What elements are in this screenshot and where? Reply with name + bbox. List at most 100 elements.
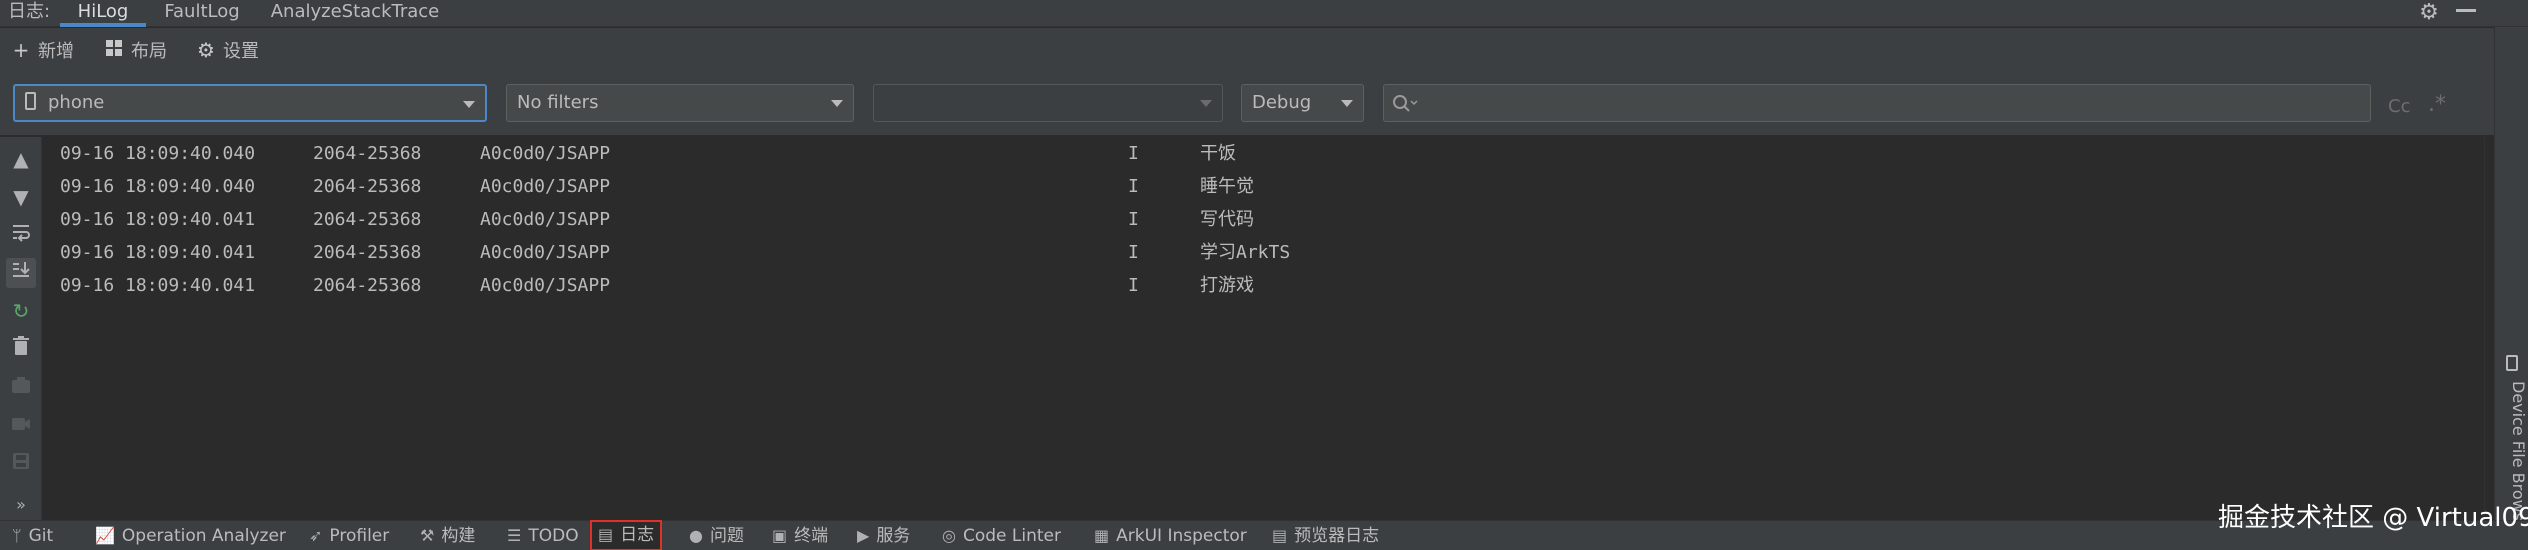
git-label: Git xyxy=(28,526,54,546)
terminal-label: 终端 xyxy=(794,526,829,546)
tab-analyze-stack-trace[interactable]: AnalyzeStackTrace xyxy=(270,0,440,27)
tool-window-bar: ᛘ Git 📈 Operation Analyzer ➶ Profiler ⚒ 构建 ☰… xyxy=(0,520,2528,550)
minimize-icon[interactable] xyxy=(2456,9,2476,12)
log-row[interactable]: 09-16 18:09:40.041 2064-25368 A0c0d0/JSA… xyxy=(43,236,2484,269)
scroll-down-icon[interactable]: ▼ xyxy=(6,182,36,212)
save-log-icon xyxy=(6,448,36,478)
log-search-box[interactable] xyxy=(1383,84,2371,122)
device-value: phone xyxy=(48,92,105,113)
todo-button[interactable]: ☰ TODO xyxy=(507,521,579,550)
log-tag: A0c0d0/JSAPP xyxy=(480,143,611,164)
log-pid: 2064-25368 xyxy=(313,209,422,230)
log-tag: A0c0d0/JSAPP xyxy=(480,242,611,263)
operation-analyzer-label: Operation Analyzer xyxy=(121,526,286,546)
build-button[interactable]: ⚒ 构建 xyxy=(420,521,475,550)
log-tag: A0c0d0/JSAPP xyxy=(480,176,611,197)
log-toolbar: + 新增 布局 ⚙ 设置 xyxy=(0,28,2528,72)
search-icon xyxy=(1393,95,1418,112)
process-select[interactable] xyxy=(873,84,1223,122)
log-side-toolbar: ▲ ▼ ↻ » xyxy=(0,137,42,520)
log-button[interactable]: ▤ 日志 xyxy=(590,520,663,550)
watermark: 掘金技术社区 @ Virtual09 xyxy=(2218,503,2528,533)
linter-icon: ◎ xyxy=(942,526,956,545)
code-linter-button[interactable]: ◎ Code Linter xyxy=(942,521,1061,550)
todo-label: TODO xyxy=(528,526,579,546)
log-output[interactable]: 09-16 18:09:40.040 2064-25368 A0c0d0/JSA… xyxy=(43,137,2484,520)
log-time: 09-16 18:09:40.040 xyxy=(60,143,256,164)
log-level-select[interactable]: Debug xyxy=(1241,84,1364,122)
device-select[interactable]: phone xyxy=(13,84,487,122)
match-case-toggle[interactable]: Cc xyxy=(2388,96,2410,117)
services-label: 服务 xyxy=(876,526,911,546)
add-button[interactable]: + 新增 xyxy=(10,35,74,65)
settings-label: 设置 xyxy=(223,41,259,62)
log-pid: 2064-25368 xyxy=(313,275,422,296)
problems-button[interactable]: ● 问题 xyxy=(689,521,744,550)
log-message: 写代码 xyxy=(1200,209,1254,230)
terminal-button[interactable]: ▣ 终端 xyxy=(772,521,828,550)
camera-icon xyxy=(6,372,36,402)
log-row[interactable]: 09-16 18:09:40.040 2064-25368 A0c0d0/JSA… xyxy=(43,170,2484,203)
file-icon xyxy=(2506,355,2518,371)
arkui-inspector-label: ArkUI Inspector xyxy=(1116,526,1247,546)
log-message: 干饭 xyxy=(1200,143,1236,164)
log-pid: 2064-25368 xyxy=(313,176,422,197)
video-record-icon xyxy=(6,410,36,440)
log-time: 09-16 18:09:40.041 xyxy=(60,242,256,263)
settings-button[interactable]: ⚙ 设置 xyxy=(195,35,259,65)
restart-icon[interactable]: ↻ xyxy=(6,296,36,326)
tab-hilog[interactable]: HiLog xyxy=(60,0,146,27)
scroll-to-end-icon[interactable] xyxy=(6,258,36,288)
log-row[interactable]: 09-16 18:09:40.040 2064-25368 A0c0d0/JSA… xyxy=(43,137,2484,170)
log-message: 打游戏 xyxy=(1200,275,1254,296)
log-tool-window-header: 日志: HiLog FaultLog AnalyzeStackTrace ⚙ xyxy=(0,0,2528,27)
preview-log-icon: ▤ xyxy=(1272,526,1288,545)
log-time: 09-16 18:09:40.041 xyxy=(60,209,256,230)
services-button[interactable]: ▶ 服务 xyxy=(857,521,910,550)
git-button[interactable]: ᛘ Git xyxy=(12,521,53,550)
log-row[interactable]: 09-16 18:09:40.041 2064-25368 A0c0d0/JSA… xyxy=(43,203,2484,236)
chevron-down-icon xyxy=(831,100,843,107)
play-icon: ▶ xyxy=(857,526,870,545)
chevron-down-icon xyxy=(463,101,475,108)
filter-bar: phone No filters Debug Cc .* xyxy=(0,72,2528,136)
profiler-button[interactable]: ➶ Profiler xyxy=(309,521,389,550)
log-level: I xyxy=(1128,143,1139,164)
log-level: I xyxy=(1128,242,1139,263)
terminal-icon: ▣ xyxy=(772,526,788,545)
info-icon: ● xyxy=(689,526,703,545)
log-scrollbar[interactable] xyxy=(2484,137,2494,520)
gear-icon[interactable]: ⚙ xyxy=(2417,1,2441,25)
log-pid: 2064-25368 xyxy=(313,242,422,263)
log-row[interactable]: 09-16 18:09:40.041 2064-25368 A0c0d0/JSA… xyxy=(43,269,2484,302)
log-level: I xyxy=(1128,275,1139,296)
list-icon: ☰ xyxy=(507,526,522,545)
regex-toggle[interactable]: .* xyxy=(2428,92,2446,117)
code-linter-label: Code Linter xyxy=(962,526,1061,546)
phone-icon xyxy=(25,92,36,110)
operation-analyzer-button[interactable]: 📈 Operation Analyzer xyxy=(95,521,286,550)
soft-wrap-icon[interactable] xyxy=(6,220,36,250)
previewer-log-button[interactable]: ▤ 预览器日志 xyxy=(1272,521,1379,550)
problems-label: 问题 xyxy=(709,526,744,546)
search-input[interactable] xyxy=(1424,89,2354,117)
log-time: 09-16 18:09:40.040 xyxy=(60,176,256,197)
trash-icon[interactable] xyxy=(6,334,36,364)
filter-select[interactable]: No filters xyxy=(506,84,854,122)
device-file-browser-button[interactable]: Device File Browser xyxy=(2497,327,2528,538)
more-icon[interactable]: » xyxy=(6,490,36,520)
log-label: 日志 xyxy=(620,525,655,545)
scroll-up-icon[interactable]: ▲ xyxy=(6,144,36,174)
log-level-value: Debug xyxy=(1252,92,1312,113)
previewer-log-label: 预览器日志 xyxy=(1294,526,1380,546)
log-level: I xyxy=(1128,176,1139,197)
tab-faultlog[interactable]: FaultLog xyxy=(160,0,244,27)
arkui-inspector-button[interactable]: ▦ ArkUI Inspector xyxy=(1094,521,1247,550)
log-tag: A0c0d0/JSAPP xyxy=(480,275,611,296)
log-level: I xyxy=(1128,209,1139,230)
layout-grid-icon xyxy=(103,35,125,65)
profiler-icon: ➶ xyxy=(309,526,323,545)
layout-button[interactable]: 布局 xyxy=(103,35,167,65)
chart-icon: 📈 xyxy=(95,526,115,545)
log-tag: A0c0d0/JSAPP xyxy=(480,209,611,230)
